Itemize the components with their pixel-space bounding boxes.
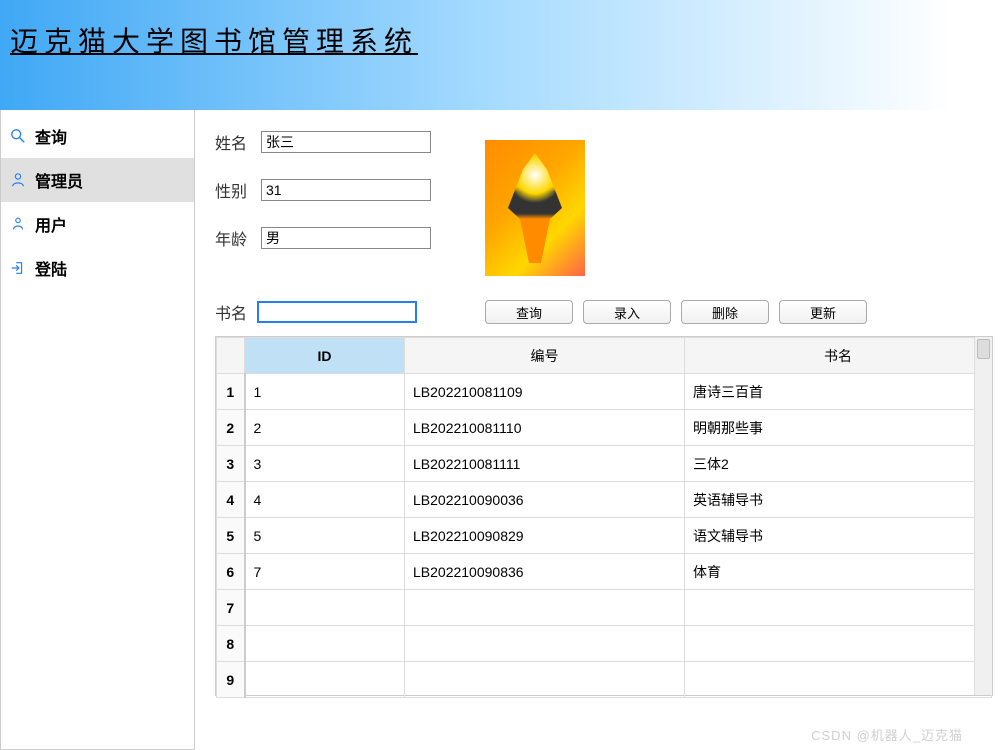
cell-code[interactable] [405,626,685,662]
row-number: 1 [217,374,245,410]
update-button[interactable]: 更新 [779,300,867,324]
sidebar: 查询 管理员 用户 登陆 [0,110,195,750]
table-row[interactable]: 44LB202210090036英语辅导书 [217,482,992,518]
row-number: 6 [217,554,245,590]
login-icon [9,259,27,277]
age-field[interactable] [261,227,431,249]
table-row[interactable]: 33LB202210081111三体2 [217,446,992,482]
cell-name[interactable]: 体育 [685,554,992,590]
cell-id[interactable]: 5 [245,518,405,554]
cell-name[interactable]: 语文辅导书 [685,518,992,554]
row-number: 5 [217,518,245,554]
cell-code[interactable] [405,662,685,698]
table-row[interactable]: 67LB202210090836体育 [217,554,992,590]
sidebar-item-label: 管理员 [35,168,83,192]
table-row[interactable]: 7 [217,590,992,626]
cell-id[interactable]: 7 [245,554,405,590]
name-field[interactable] [261,131,431,153]
cell-code[interactable]: LB202210081109 [405,374,685,410]
sidebar-item-admin[interactable]: 管理员 [1,158,194,202]
row-number: 9 [217,662,245,698]
search-input[interactable] [257,301,417,323]
row-number: 8 [217,626,245,662]
cell-code[interactable]: LB202210081111 [405,446,685,482]
table-container: ID 编号 书名 11LB202210081109唐诗三百首22LB202210… [215,336,993,696]
cell-id[interactable] [245,626,405,662]
cell-id[interactable]: 2 [245,410,405,446]
cell-name[interactable]: 明朝那些事 [685,410,992,446]
vertical-scrollbar[interactable] [974,337,992,695]
search-row: 书名 查询 录入 删除 更新 [215,300,993,324]
watermark: CSDN @机器人_迈克猫 [811,725,963,744]
gender-label: 性别 [215,178,261,202]
button-group: 查询 录入 删除 更新 [485,300,867,324]
col-header-code[interactable]: 编号 [405,338,685,374]
gender-field[interactable] [261,179,431,201]
query-button[interactable]: 查询 [485,300,573,324]
sidebar-item-label: 查询 [35,124,67,148]
cell-id[interactable] [245,662,405,698]
cell-id[interactable] [245,590,405,626]
cell-name[interactable] [685,626,992,662]
table-row[interactable]: 8 [217,626,992,662]
sidebar-item-label: 用户 [35,212,67,236]
page-title: 迈克猫大学图书馆管理系统 [10,20,993,60]
row-number: 7 [217,590,245,626]
form-row-gender: 性别 [215,178,993,202]
age-label: 年龄 [215,226,261,250]
avatar [485,140,585,276]
sidebar-item-label: 登陆 [35,256,67,280]
cell-id[interactable]: 4 [245,482,405,518]
insert-button[interactable]: 录入 [583,300,671,324]
cell-name[interactable] [685,590,992,626]
row-number: 2 [217,410,245,446]
user-icon [9,215,27,233]
search-icon [9,127,27,145]
cell-name[interactable]: 唐诗三百首 [685,374,992,410]
form-row-age: 年龄 [215,226,993,250]
table-row[interactable]: 22LB202210081110明朝那些事 [217,410,992,446]
search-label: 书名 [215,300,247,324]
cell-id[interactable]: 3 [245,446,405,482]
sidebar-item-query[interactable]: 查询 [1,114,194,158]
cell-code[interactable]: LB202210090836 [405,554,685,590]
cell-name[interactable]: 英语辅导书 [685,482,992,518]
scrollbar-thumb[interactable] [977,339,990,359]
row-number: 4 [217,482,245,518]
table-row[interactable]: 9 [217,662,992,698]
col-header-name[interactable]: 书名 [685,338,992,374]
name-label: 姓名 [215,130,261,154]
form-row-name: 姓名 [215,130,993,154]
cell-code[interactable] [405,590,685,626]
header: 迈克猫大学图书馆管理系统 [0,0,1003,110]
person-icon [9,171,27,189]
main-layout: 查询 管理员 用户 登陆 姓名 性别 [0,110,1003,750]
row-number: 3 [217,446,245,482]
sidebar-item-user[interactable]: 用户 [1,202,194,246]
data-table: ID 编号 书名 11LB202210081109唐诗三百首22LB202210… [216,337,992,698]
cell-id[interactable]: 1 [245,374,405,410]
table-row[interactable]: 55LB202210090829语文辅导书 [217,518,992,554]
avatar-image [505,153,565,263]
table-row[interactable]: 11LB202210081109唐诗三百首 [217,374,992,410]
col-header-id[interactable]: ID [245,338,405,374]
cell-name[interactable]: 三体2 [685,446,992,482]
table-corner [217,338,245,374]
cell-code[interactable]: LB202210090036 [405,482,685,518]
cell-name[interactable] [685,662,992,698]
delete-button[interactable]: 删除 [681,300,769,324]
content-area: 姓名 性别 年龄 书名 查询 录入 删除 更新 [195,110,1003,750]
cell-code[interactable]: LB202210090829 [405,518,685,554]
sidebar-item-login[interactable]: 登陆 [1,246,194,290]
cell-code[interactable]: LB202210081110 [405,410,685,446]
